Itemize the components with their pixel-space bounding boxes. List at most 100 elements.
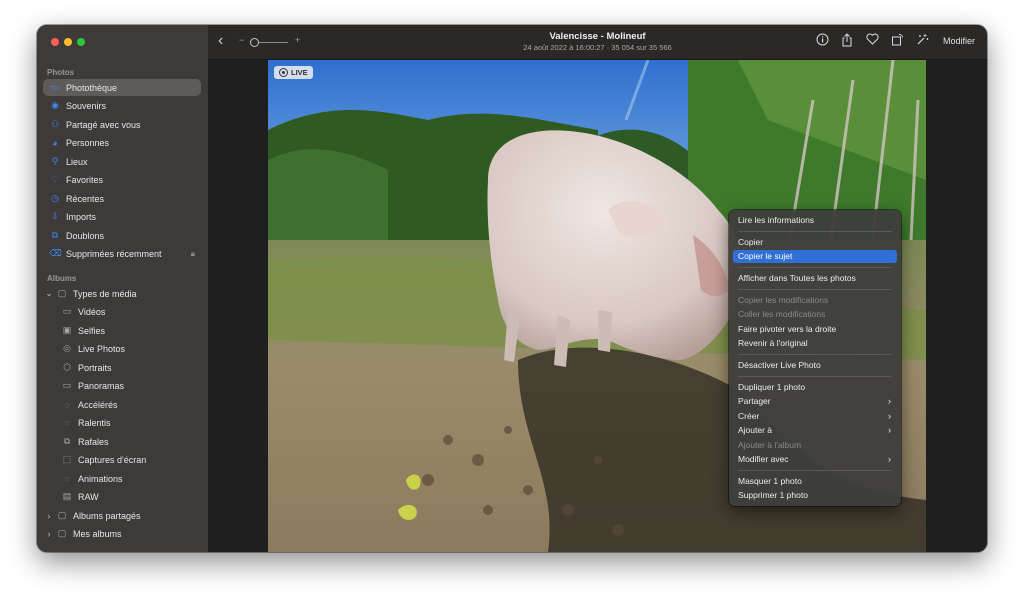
menu-item-get-info[interactable]: Lire les informations bbox=[733, 214, 897, 227]
sidebar-item-label: Mes albums bbox=[73, 528, 122, 539]
chevron-down-icon[interactable]: ⌄ bbox=[44, 288, 54, 299]
portrait-icon: ⬡ bbox=[63, 362, 71, 372]
sidebar-item-places[interactable]: ⚲ Lieux bbox=[43, 153, 201, 170]
sidebar-item-shared-albums[interactable]: › ▢ Albums partagés bbox=[43, 507, 201, 524]
chevron-right-icon[interactable]: › bbox=[44, 511, 54, 521]
slomo-icon: ◌ bbox=[64, 417, 70, 428]
sidebar-item-recents[interactable]: ◷ Récentes bbox=[43, 190, 201, 207]
sidebar-item-label: Photothèque bbox=[66, 82, 118, 93]
sidebar-item-library[interactable]: ▭ Photothèque bbox=[43, 79, 201, 96]
menu-item-label: Masquer 1 photo bbox=[738, 476, 802, 486]
menu-separator bbox=[738, 376, 892, 377]
sidebar-section-photos: Photos bbox=[47, 68, 75, 77]
sidebar-item-label: RAW bbox=[78, 491, 99, 502]
menu-item-label: Modifier avec bbox=[738, 454, 789, 464]
live-photo-badge[interactable]: LIVE bbox=[274, 66, 313, 79]
live-badge-label: LIVE bbox=[291, 68, 308, 77]
menu-item-label: Revenir à l'original bbox=[738, 338, 808, 348]
menu-separator bbox=[738, 289, 892, 290]
sidebar-item-imports[interactable]: ⇩ Imports bbox=[43, 208, 201, 225]
auto-enhance-icon[interactable] bbox=[914, 33, 930, 50]
sidebar-section-albums: Albums bbox=[47, 274, 77, 283]
sidebar-item-memories[interactable]: ◉ Souvenirs bbox=[43, 97, 201, 114]
memories-icon: ◉ bbox=[51, 100, 59, 110]
menu-item-disable-live-photo[interactable]: Désactiver Live Photo bbox=[733, 359, 897, 372]
modify-button[interactable]: Modifier bbox=[943, 36, 975, 46]
menu-separator bbox=[738, 267, 892, 268]
minimize-window-button[interactable] bbox=[64, 38, 72, 46]
chevron-right-icon: › bbox=[888, 411, 891, 421]
live-photo-icon bbox=[279, 68, 288, 77]
sidebar-item-label: Récentes bbox=[66, 193, 105, 204]
screenshot-icon: ⬚ bbox=[62, 454, 72, 464]
menu-item-label: Copier bbox=[738, 237, 764, 247]
lock-icon: 🔒︎ bbox=[190, 248, 195, 258]
menu-item-label: Copier le sujet bbox=[738, 251, 793, 261]
video-icon: ▭ bbox=[62, 306, 72, 316]
menu-item-label: Coller les modifications bbox=[738, 309, 826, 319]
menu-item-create[interactable]: Créer › bbox=[733, 410, 897, 423]
menu-item-edit-with[interactable]: Modifier avec › bbox=[733, 453, 897, 466]
menu-item-rotate-right[interactable]: Faire pivoter vers la droite bbox=[733, 323, 897, 336]
menu-item-copy[interactable]: Copier bbox=[733, 236, 897, 249]
menu-item-revert-to-original[interactable]: Revenir à l'original bbox=[733, 337, 897, 350]
menu-item-hide-photo[interactable]: Masquer 1 photo bbox=[733, 475, 897, 488]
menu-item-label: Supprimer 1 photo bbox=[738, 490, 808, 500]
menu-item-add-to[interactable]: Ajouter à › bbox=[733, 424, 897, 437]
chevron-right-icon[interactable]: › bbox=[44, 529, 54, 539]
sidebar-item-recently-deleted[interactable]: ⌫ Supprimées récemment 🔒︎ bbox=[43, 245, 201, 262]
context-menu: Lire les informations Copier Copier le s… bbox=[729, 210, 901, 506]
sidebar-item-raw[interactable]: ▤ RAW bbox=[43, 488, 201, 505]
close-window-button[interactable] bbox=[51, 38, 59, 46]
sidebar-item-bursts[interactable]: ⧉ Rafales bbox=[43, 433, 201, 450]
heart-icon: ♡ bbox=[50, 174, 60, 184]
heart-icon[interactable] bbox=[864, 33, 880, 49]
menu-item-paste-edits: Coller les modifications bbox=[733, 308, 897, 321]
menu-item-show-in-all-photos[interactable]: Afficher dans Toutes les photos bbox=[733, 272, 897, 285]
sidebar-item-favorites[interactable]: ♡ Favorites bbox=[43, 171, 201, 188]
info-icon[interactable] bbox=[814, 33, 830, 50]
menu-item-copy-subject[interactable]: Copier le sujet bbox=[733, 250, 897, 263]
toolbar: ‹ − + Valencisse - Molineuf 24 août 2022… bbox=[208, 25, 987, 60]
timelapse-icon: ◌ bbox=[64, 399, 70, 410]
trash-icon: ⌫ bbox=[49, 248, 62, 258]
sidebar-item-live-photos[interactable]: ◎ Live Photos bbox=[43, 340, 201, 357]
rotate-icon[interactable] bbox=[889, 33, 905, 50]
sidebar-item-label: Types de média bbox=[73, 288, 137, 299]
sidebar-item-label: Lieux bbox=[66, 156, 88, 167]
sidebar-item-people[interactable]: ◕ Personnes bbox=[43, 134, 201, 151]
menu-item-delete-photo[interactable]: Supprimer 1 photo bbox=[733, 489, 897, 502]
menu-item-share[interactable]: Partager › bbox=[733, 395, 897, 408]
sidebar-item-panoramas[interactable]: ▭ Panoramas bbox=[43, 377, 201, 394]
menu-item-label: Partager bbox=[738, 396, 771, 406]
sidebar-item-my-albums[interactable]: › ▢ Mes albums bbox=[43, 525, 201, 542]
sidebar-item-label: Portraits bbox=[78, 362, 112, 373]
share-icon[interactable] bbox=[839, 33, 855, 51]
sidebar-item-animations[interactable]: ◌ Animations bbox=[43, 470, 201, 487]
sidebar-item-screenshots[interactable]: ⬚ Captures d'écran bbox=[43, 451, 201, 468]
sidebar-item-slomo[interactable]: ◌ Ralentis bbox=[43, 414, 201, 431]
sidebar-item-label: Partagé avec vous bbox=[66, 119, 141, 130]
sidebar-item-videos[interactable]: ▭ Vidéos bbox=[43, 303, 201, 320]
sidebar-item-label: Favorites bbox=[66, 174, 104, 185]
sidebar-item-label: Doublons bbox=[66, 230, 105, 241]
sidebar-item-media-types[interactable]: ⌄ ▢ Types de média bbox=[43, 285, 201, 302]
menu-item-duplicate[interactable]: Dupliquer 1 photo bbox=[733, 381, 897, 394]
sidebar-item-portraits[interactable]: ⬡ Portraits bbox=[43, 359, 201, 376]
people-icon: ◕ bbox=[52, 137, 58, 148]
sidebar-item-label: Selfies bbox=[78, 325, 106, 336]
sidebar-item-label: Panoramas bbox=[78, 380, 125, 391]
sidebar-item-label: Animations bbox=[78, 473, 123, 484]
menu-separator bbox=[738, 231, 892, 232]
menu-item-label: Ajouter à bbox=[738, 425, 773, 435]
import-icon: ⇩ bbox=[51, 211, 59, 221]
sidebar-item-shared-with-you[interactable]: ⚇ Partagé avec vous bbox=[43, 116, 201, 133]
sidebar-item-label: Live Photos bbox=[78, 343, 126, 354]
places-icon: ⚲ bbox=[51, 156, 59, 166]
folder-icon: ▢ bbox=[57, 288, 67, 298]
burst-icon: ⧉ bbox=[63, 436, 71, 446]
zoom-window-button[interactable] bbox=[77, 38, 85, 46]
sidebar-item-selfies[interactable]: ▣ Selfies bbox=[43, 322, 201, 339]
sidebar-item-timelapse[interactable]: ◌ Accélérés bbox=[43, 396, 201, 413]
sidebar-item-duplicates[interactable]: ⧉ Doublons bbox=[43, 227, 201, 244]
